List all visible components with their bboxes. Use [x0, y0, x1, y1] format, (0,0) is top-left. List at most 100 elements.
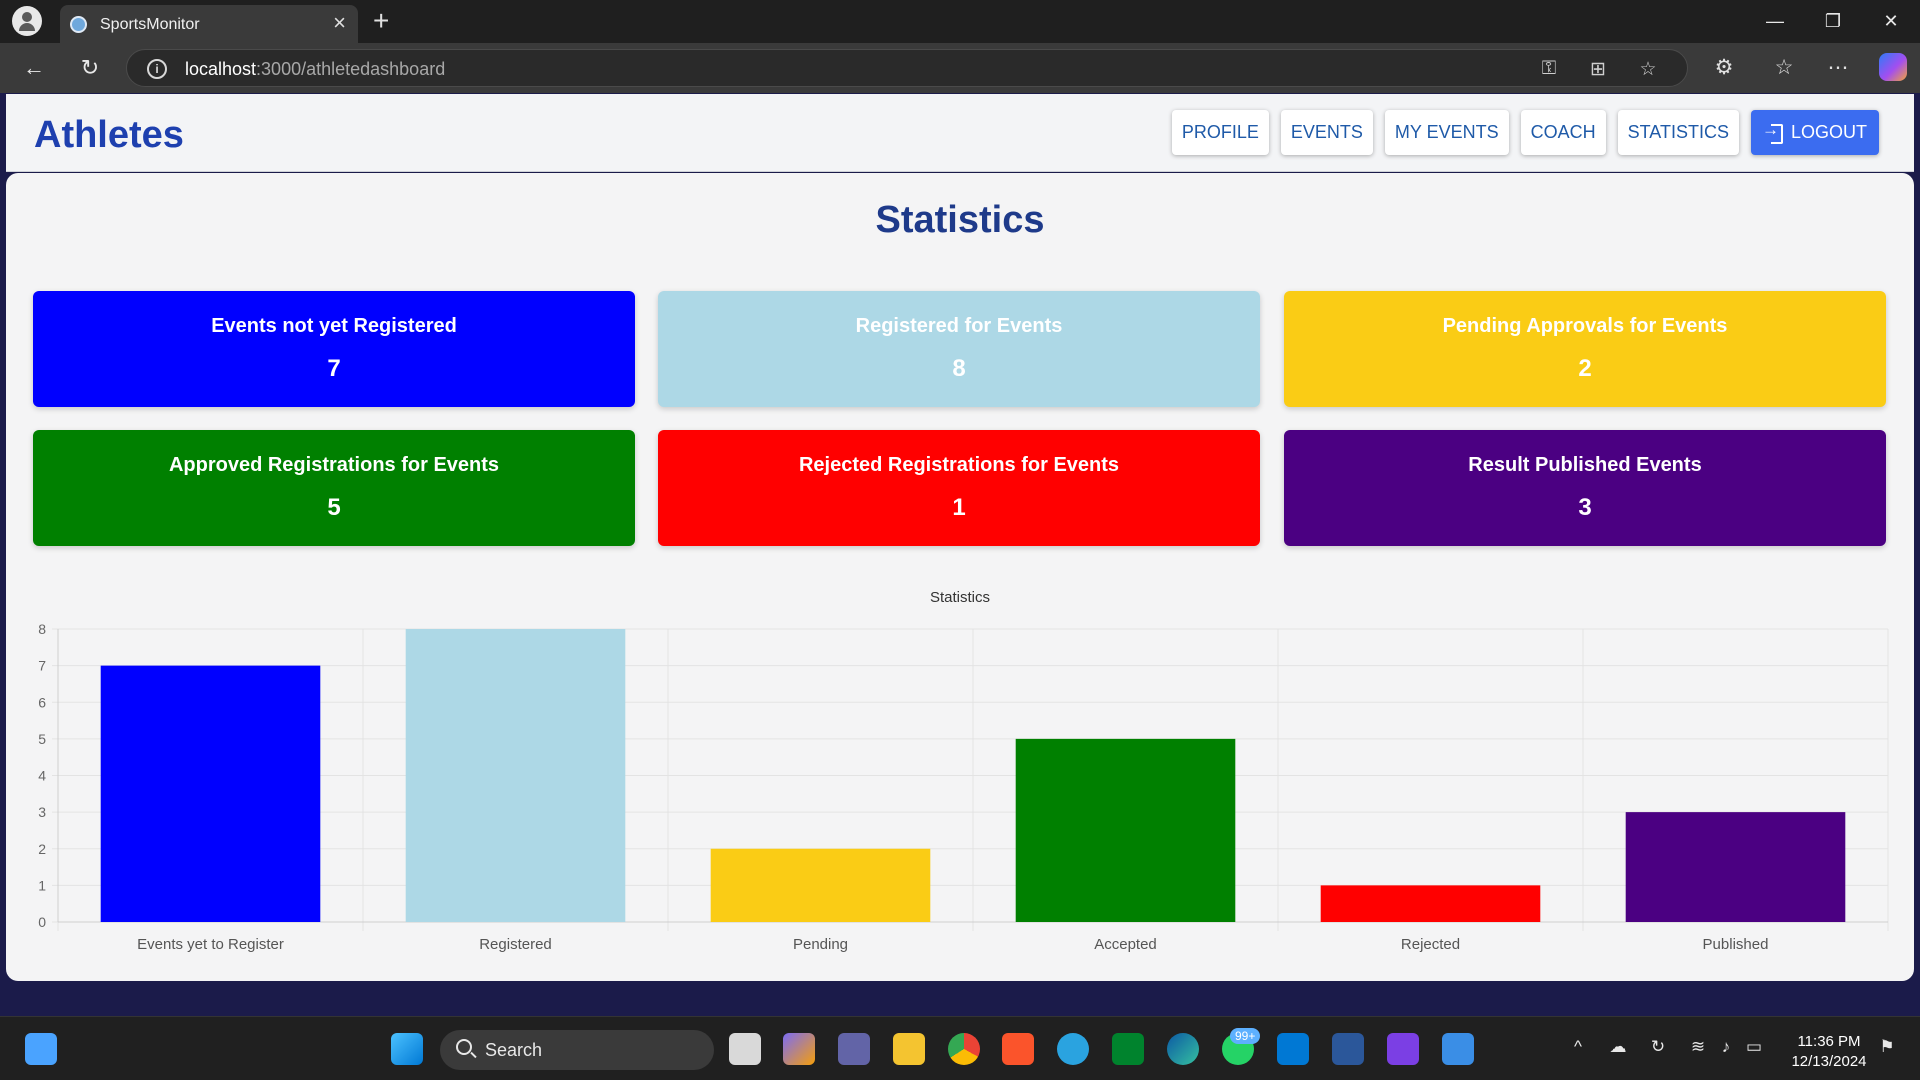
stat-card-label: Approved Registrations for Events — [168, 454, 500, 476]
address-bar[interactable]: i localhost:3000/athletedashboard ⚿ ⊞ ☆ — [126, 49, 1688, 87]
taskbar-clock[interactable]: 11:36 PM 12/13/2024 — [1784, 1032, 1874, 1072]
x-tick-label: Published — [1703, 936, 1769, 953]
stat-card-approved: Approved Registrations for Events 5 — [33, 430, 635, 546]
more-menu-icon[interactable]: ⋯ — [1822, 53, 1854, 83]
y-tick-label: 2 — [38, 841, 46, 857]
stat-card-label: Registered for Events — [855, 315, 1063, 337]
y-tick-label: 7 — [38, 658, 46, 674]
stat-card-not-registered: Events not yet Registered 7 — [33, 291, 635, 407]
stat-card-rejected: Rejected Registrations for Events 1 — [658, 430, 1260, 546]
volume-icon[interactable]: ♪ — [1713, 1037, 1739, 1057]
password-key-icon[interactable]: ⚿ — [1536, 58, 1562, 80]
notifications-icon[interactable]: ⚑ — [1874, 1037, 1900, 1057]
url-path: :3000/athletedashboard — [256, 59, 446, 79]
windows-start-icon[interactable] — [391, 1033, 423, 1065]
y-tick-label: 5 — [38, 731, 46, 747]
minimize-icon[interactable]: — — [1752, 6, 1798, 36]
clock-time: 11:36 PM — [1797, 1033, 1861, 1050]
copilot-app-icon[interactable] — [783, 1033, 815, 1065]
url-text[interactable]: localhost:3000/athletedashboard — [185, 59, 445, 80]
bar — [405, 629, 626, 922]
favorites-icon[interactable]: ☆ — [1768, 53, 1800, 83]
telegram-icon[interactable] — [1057, 1033, 1089, 1065]
search-icon — [456, 1039, 472, 1055]
url-host: localhost — [185, 59, 257, 79]
logout-label: LOGOUT — [1790, 122, 1867, 142]
intellij-icon[interactable] — [1387, 1033, 1419, 1065]
bar — [1625, 812, 1846, 922]
bar — [100, 665, 321, 922]
browser-tab-bar: SportsMonitor × + — ❐ ✕ — [0, 0, 1920, 43]
y-tick-label: 3 — [38, 804, 46, 820]
stat-card-label: Result Published Events — [1468, 454, 1702, 476]
x-tick-label: Pending — [793, 936, 848, 953]
y-tick-label: 1 — [38, 877, 46, 893]
nav-statistics-button[interactable]: STATISTICS — [1617, 110, 1739, 155]
back-icon[interactable]: ← — [18, 53, 50, 83]
brave-icon[interactable] — [1002, 1033, 1034, 1065]
notepad-icon[interactable] — [1442, 1033, 1474, 1065]
stat-card-label: Events not yet Registered — [211, 315, 457, 337]
browser-toolbar: ← ↻ i localhost:3000/athletedashboard ⚿ … — [0, 43, 1920, 93]
tab-title: SportsMonitor — [100, 16, 200, 33]
taskbar-search[interactable]: Search — [440, 1030, 714, 1070]
page-title: Statistics — [875, 199, 1045, 241]
bar — [1320, 885, 1541, 922]
nav-coach-button[interactable]: COACH — [1520, 110, 1606, 155]
edge-icon[interactable] — [1167, 1033, 1199, 1065]
tab-close-icon[interactable]: × — [333, 11, 346, 35]
nav-my-events-button[interactable]: MY EVENTS — [1384, 110, 1509, 155]
wifi-icon[interactable]: ≋ — [1685, 1037, 1711, 1057]
teams-icon[interactable] — [838, 1033, 870, 1065]
nav-profile-button[interactable]: PROFILE — [1171, 110, 1269, 155]
extensions-icon[interactable]: ⚙ — [1708, 53, 1740, 83]
stat-card-value: 8 — [952, 355, 966, 382]
x-tick-label: Registered — [479, 936, 552, 953]
new-tab-icon[interactable]: + — [373, 5, 389, 37]
x-tick-label: Rejected — [1401, 936, 1460, 953]
vscode-icon[interactable] — [1277, 1033, 1309, 1065]
nav-events-button[interactable]: EVENTS — [1280, 110, 1373, 155]
brand-title: Athletes — [34, 114, 184, 156]
notification-badge: 99+ — [1230, 1028, 1261, 1044]
stat-card-value: 2 — [1578, 355, 1592, 382]
stat-card-value: 1 — [952, 494, 966, 521]
clock-date: 12/13/2024 — [1791, 1053, 1867, 1070]
y-tick-label: 8 — [38, 621, 46, 637]
site-info-icon[interactable]: i — [147, 59, 167, 79]
bar — [710, 848, 931, 922]
stat-card-value: 3 — [1578, 494, 1592, 521]
app-available-icon[interactable]: ⊞ — [1585, 58, 1611, 81]
onedrive-icon[interactable]: ☁ — [1605, 1037, 1631, 1057]
favorite-star-icon[interactable]: ☆ — [1635, 58, 1661, 81]
battery-icon[interactable]: ▭ — [1741, 1037, 1767, 1057]
statistics-panel: Statistics Events not yet Registered 7 R… — [6, 173, 1914, 981]
browser-tab[interactable]: SportsMonitor × — [60, 5, 358, 43]
app-header: Athletes PROFILE EVENTS MY EVENTS COACH … — [6, 94, 1914, 172]
profile-avatar-icon[interactable] — [12, 6, 42, 36]
copilot-icon[interactable] — [1879, 53, 1907, 81]
logout-icon — [1762, 120, 1783, 144]
logout-button[interactable]: LOGOUT — [1750, 110, 1879, 155]
chrome-icon[interactable] — [948, 1033, 980, 1065]
windows-taskbar: Search 99+ ^ ☁ ↻ ≋ ♪ ▭ 11:36 PM 12/13/20… — [0, 1016, 1920, 1080]
bar — [1015, 738, 1236, 922]
y-tick-label: 6 — [38, 694, 46, 710]
stat-card-value: 7 — [327, 355, 341, 382]
task-view-icon[interactable] — [729, 1033, 761, 1065]
tray-overflow-icon[interactable]: ^ — [1565, 1037, 1591, 1057]
stat-card-label: Pending Approvals for Events — [1442, 315, 1728, 337]
stat-card-registered: Registered for Events 8 — [658, 291, 1260, 407]
top-navigation: PROFILE EVENTS MY EVENTS COACH STATISTIC… — [1171, 110, 1879, 155]
reload-icon[interactable]: ↻ — [74, 53, 106, 83]
restore-icon[interactable]: ❐ — [1810, 6, 1856, 36]
widgets-icon[interactable] — [25, 1033, 57, 1065]
close-window-icon[interactable]: ✕ — [1868, 6, 1914, 36]
file-explorer-icon[interactable] — [893, 1033, 925, 1065]
meet-icon[interactable] — [1112, 1033, 1144, 1065]
sync-icon[interactable]: ↻ — [1645, 1037, 1671, 1057]
word-icon[interactable] — [1332, 1033, 1364, 1065]
y-tick-label: 0 — [38, 914, 46, 930]
stat-card-label: Rejected Registrations for Events — [798, 454, 1120, 476]
y-tick-label: 4 — [38, 768, 46, 784]
